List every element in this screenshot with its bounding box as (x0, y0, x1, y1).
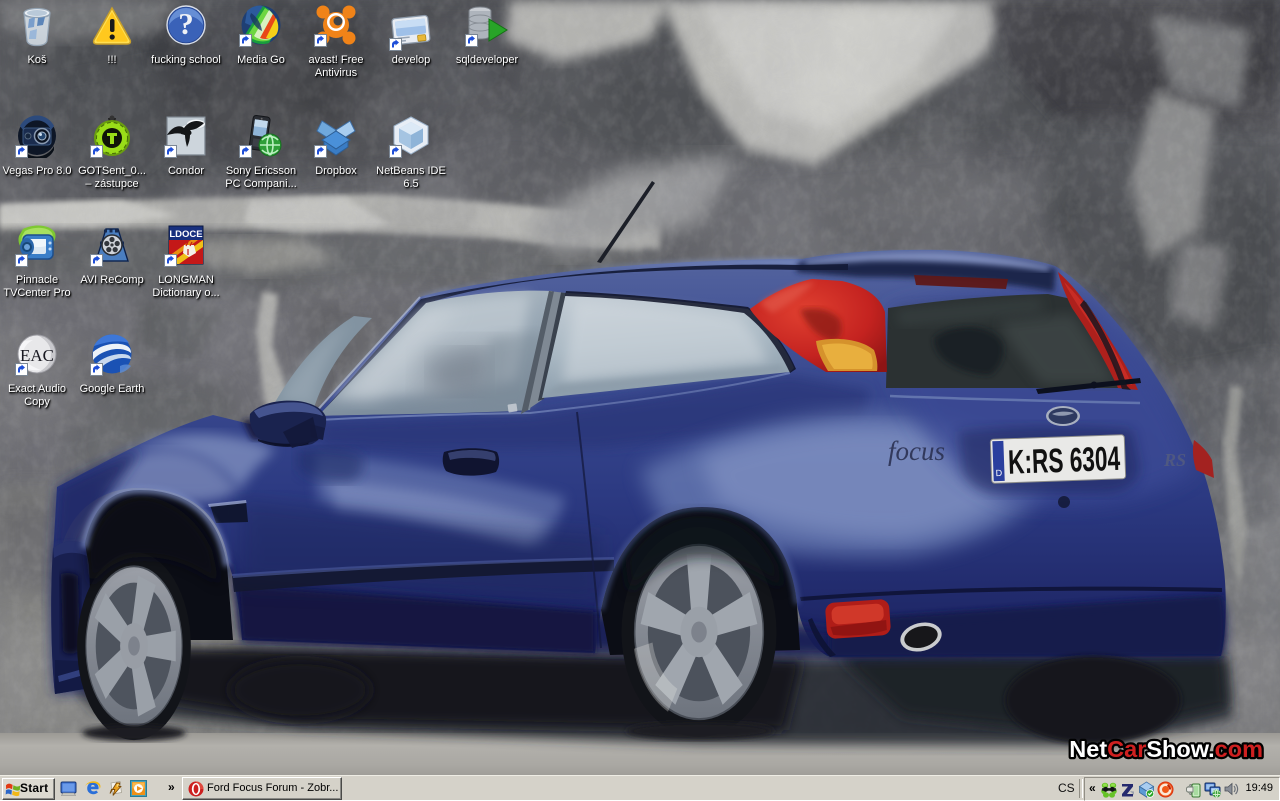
svg-text:EAC: EAC (20, 346, 54, 365)
svg-text:?: ? (178, 6, 194, 41)
svg-text:K:RS 6304: K:RS 6304 (1007, 440, 1120, 482)
svg-text:NetCarShow.com: NetCarShow.com (1069, 736, 1263, 762)
svg-text:focus: focus (888, 436, 945, 466)
svg-text:D: D (996, 468, 1003, 478)
svg-text:RS: RS (1163, 450, 1186, 470)
svg-text:LDOCE: LDOCE (169, 229, 202, 240)
